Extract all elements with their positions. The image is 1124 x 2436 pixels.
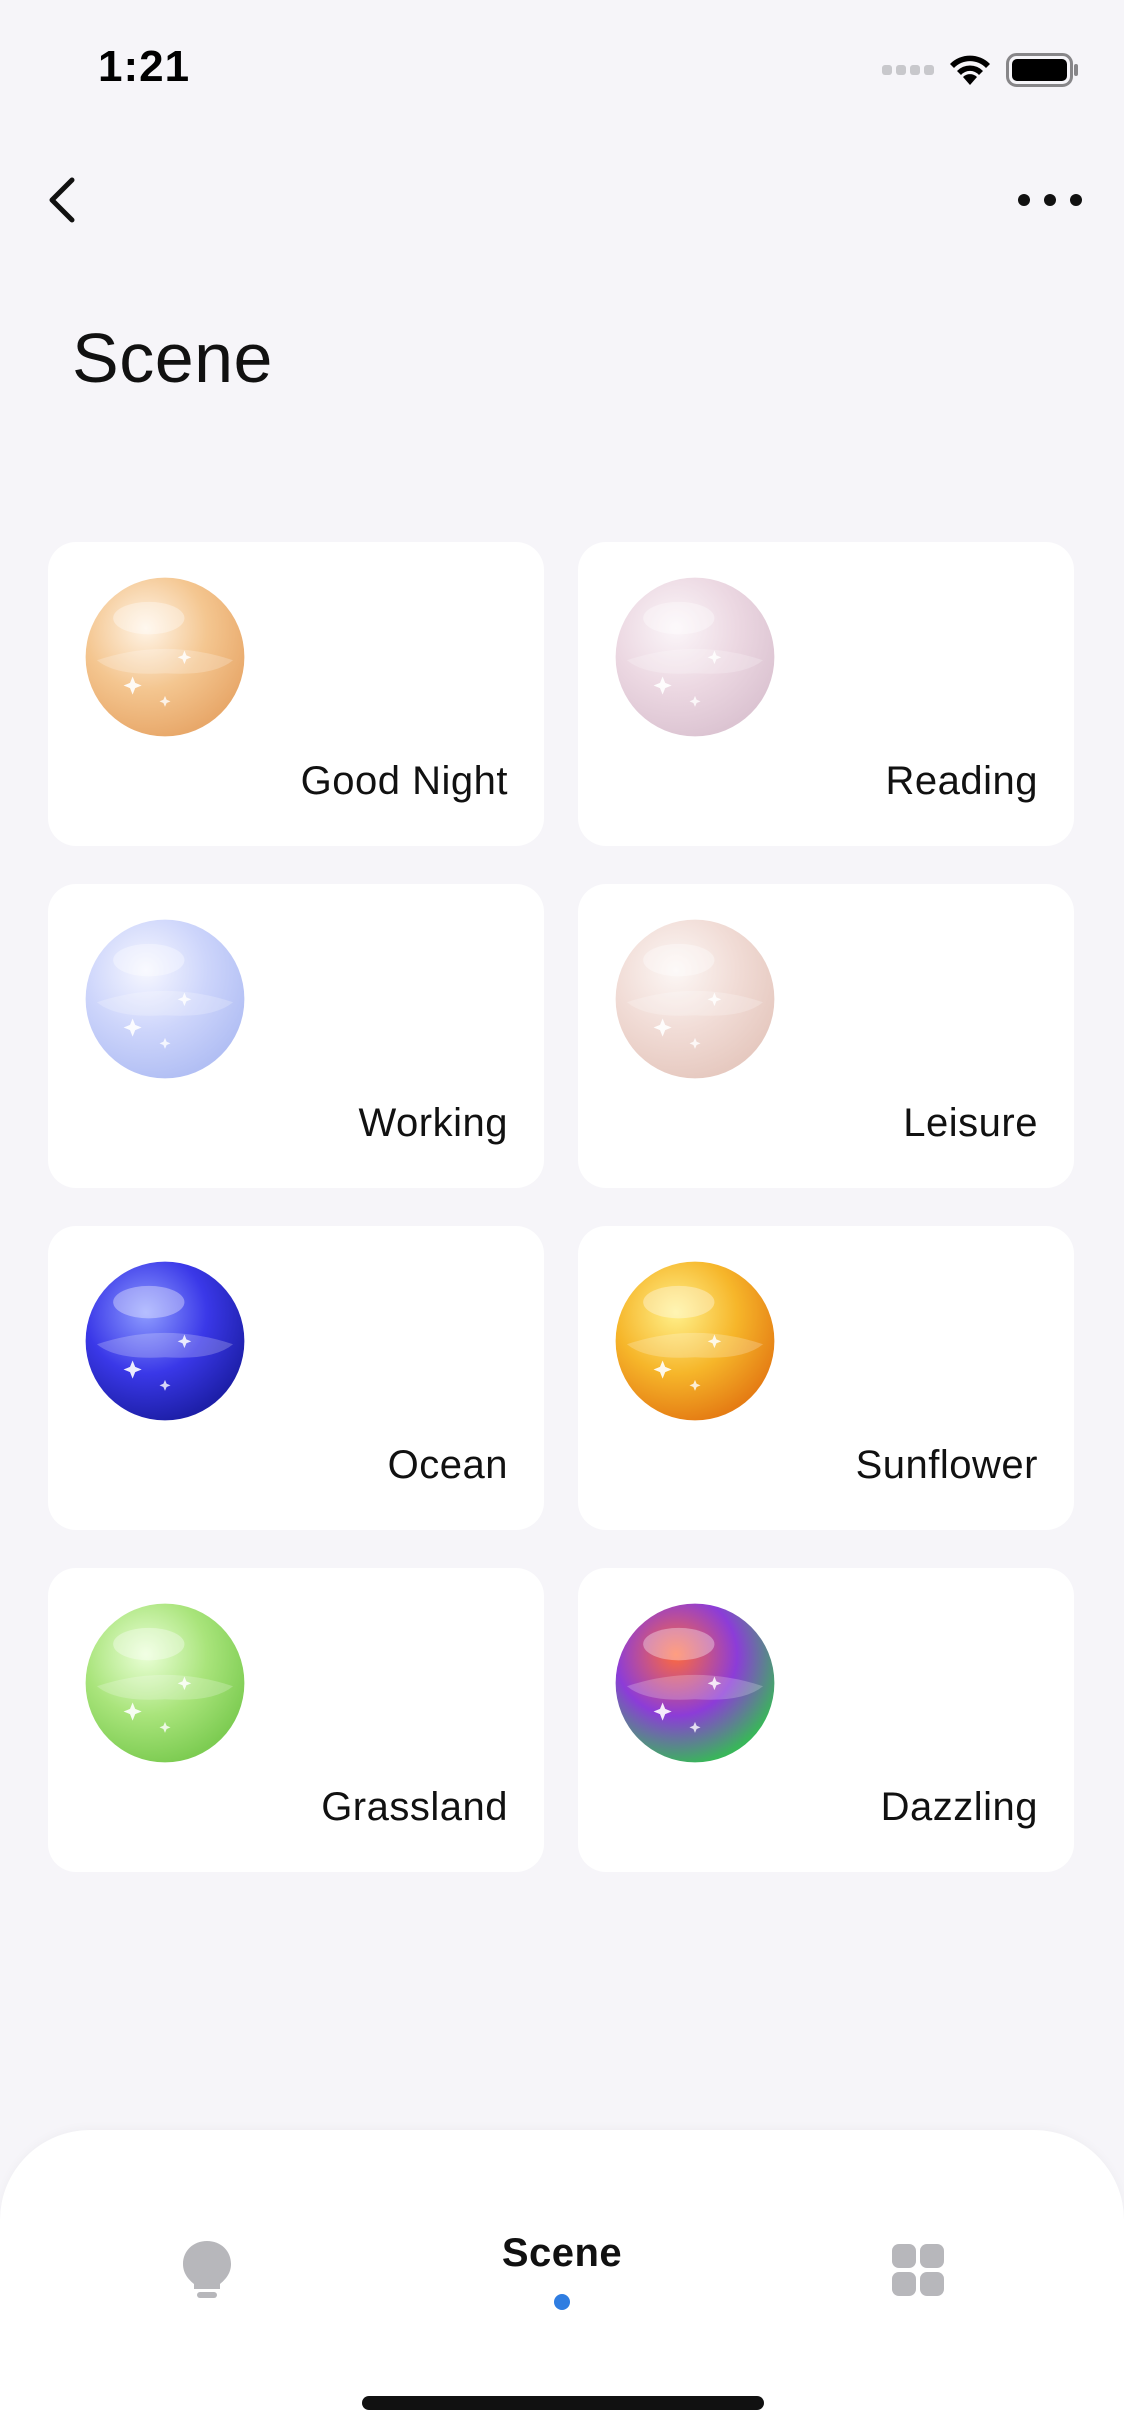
scene-card-working[interactable]: Working <box>48 884 544 1188</box>
tab-light[interactable] <box>172 2230 242 2310</box>
cellular-signal-icon <box>882 65 934 75</box>
active-tab-indicator <box>554 2293 570 2310</box>
scene-card-grassland[interactable]: Grassland <box>48 1568 544 1872</box>
tab-bar: Scene <box>0 2130 1124 2436</box>
scene-label: Good Night <box>300 759 508 803</box>
scene-card-ocean[interactable]: Ocean <box>48 1226 544 1530</box>
orb-icon <box>84 1602 246 1764</box>
status-bar: 1:21 <box>0 0 1124 140</box>
tab-scene[interactable]: Scene <box>440 2230 684 2310</box>
scene-card-good-night[interactable]: Good Night <box>48 542 544 846</box>
scene-grid: Good Night Reading Working Leisure Ocean… <box>48 542 1076 1872</box>
page-title: Scene <box>72 319 273 397</box>
back-button[interactable] <box>36 168 92 232</box>
status-time: 1:21 <box>98 42 191 91</box>
orb-icon <box>614 576 776 738</box>
tab-more[interactable] <box>890 2230 946 2310</box>
lightbulb-icon <box>183 2241 231 2298</box>
tab-scene-label: Scene <box>501 2230 623 2275</box>
home-indicator <box>362 2396 764 2410</box>
wifi-icon <box>950 55 990 85</box>
orb-icon <box>84 576 246 738</box>
scene-label: Sunflower <box>855 1443 1038 1487</box>
more-horizontal-icon <box>1018 194 1030 206</box>
scene-card-reading[interactable]: Reading <box>578 542 1074 846</box>
chevron-left-icon <box>49 177 75 223</box>
scene-card-leisure[interactable]: Leisure <box>578 884 1074 1188</box>
scene-card-dazzling[interactable]: Dazzling <box>578 1568 1074 1872</box>
scene-label: Ocean <box>387 1443 508 1487</box>
scene-label: Grassland <box>321 1785 508 1829</box>
orb-icon <box>614 918 776 1080</box>
status-icons <box>882 50 1080 90</box>
orb-icon <box>84 1260 246 1422</box>
orb-icon <box>614 1260 776 1422</box>
orb-icon <box>84 918 246 1080</box>
grid-icon <box>892 2244 944 2296</box>
scene-label: Working <box>358 1101 508 1145</box>
scene-label: Dazzling <box>880 1785 1038 1829</box>
orb-icon <box>614 1602 776 1764</box>
scene-screen: 1:21 Scene Good Night Reading Working Le… <box>0 0 1124 2436</box>
scene-card-sunflower[interactable]: Sunflower <box>578 1226 1074 1530</box>
scene-label: Reading <box>885 759 1038 803</box>
scene-label: Leisure <box>903 1101 1038 1145</box>
more-button[interactable] <box>1010 178 1090 222</box>
battery-icon <box>1006 53 1078 87</box>
